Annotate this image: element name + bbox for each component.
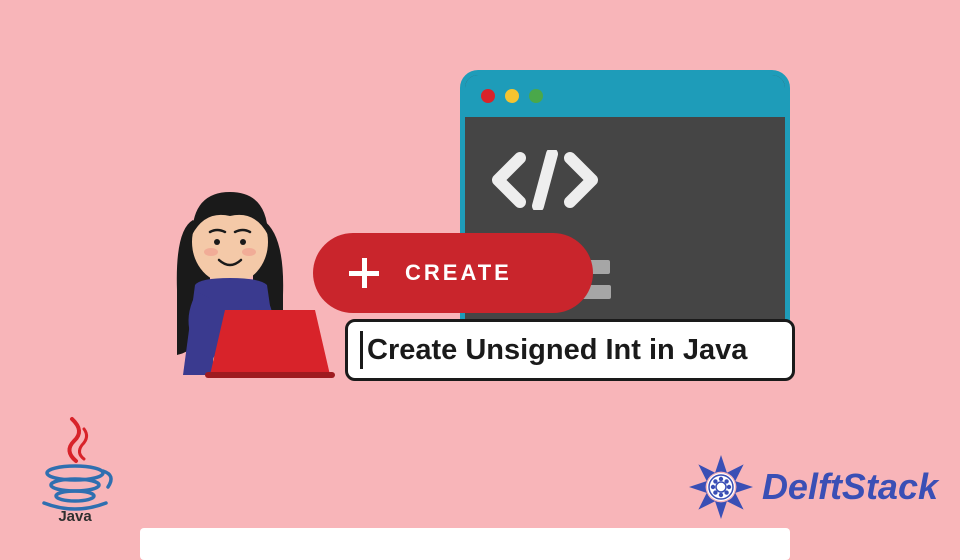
java-logo-text: Java [58,508,92,525]
plus-icon [349,258,379,288]
desk-surface [140,528,790,560]
article-title-text: Create Unsigned Int in Java [367,334,747,367]
create-button[interactable]: CREATE [313,233,593,313]
window-titlebar [465,75,785,117]
delftstack-wordmark: DelftStack [762,466,938,508]
code-tag-icon [490,150,600,210]
maximize-dot-icon [529,89,543,103]
close-dot-icon [481,89,495,103]
mandala-icon [686,452,756,522]
create-button-label: CREATE [405,260,512,286]
minimize-dot-icon [505,89,519,103]
article-title-input[interactable]: Create Unsigned Int in Java [345,319,795,381]
delftstack-logo: DelftStack [686,452,938,522]
text-cursor-icon [360,331,363,369]
java-logo-icon: Java [30,415,120,525]
